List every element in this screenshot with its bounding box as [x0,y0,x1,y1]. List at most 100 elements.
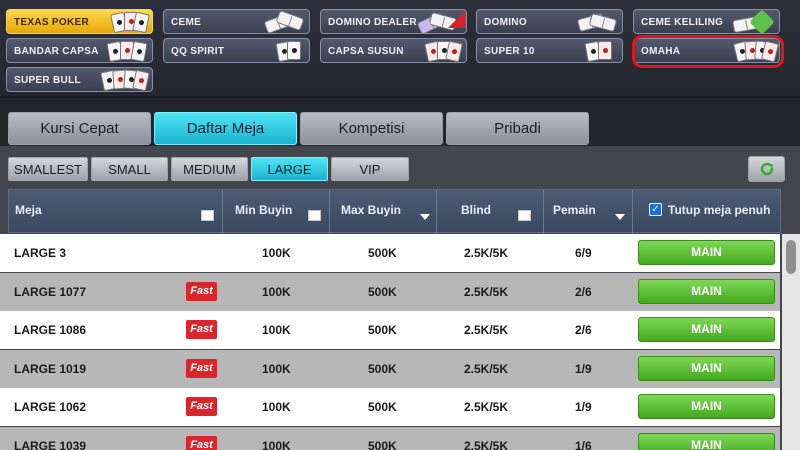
filter-label: SMALLEST [14,161,82,177]
fast-badge: Fast [186,436,217,450]
filter-tab-large[interactable]: LARGE [251,157,328,181]
column-pemain[interactable]: Pemain [544,190,633,234]
tab-label: Kompetisi [338,120,405,137]
min-buyin-cell: 100K [262,285,291,299]
playing-cards-icon [102,40,148,62]
min-buyin-cell: 100K [262,439,291,450]
column-blind[interactable]: Blind [437,190,544,234]
table-name-cell: LARGE 1039 [14,439,87,450]
filter-tab-medium[interactable]: MEDIUM [171,157,248,181]
refresh-icon [760,162,773,176]
main-button[interactable]: MAIN [638,317,775,342]
main-button[interactable]: MAIN [638,240,775,265]
main-button[interactable]: MAIN [638,356,775,381]
sort-icon[interactable] [420,214,430,220]
table-name-cell: LARGE 1062 [14,400,87,414]
tab-pribadi[interactable]: Pribadi [446,112,589,145]
main-button[interactable]: MAIN [638,433,775,450]
filter-label: VIP [359,161,381,177]
column-label: Min Buyin [235,203,293,217]
scrollbar-thumb[interactable] [786,240,796,274]
table-row-large-1062: LARGE 1062 Fast 100K 500K 2.5K/5K 1/9 MA… [0,388,780,426]
max-buyin-cell: 500K [368,246,397,260]
tab-label: Kursi Cepat [40,120,119,137]
game-label: CEME [171,17,202,28]
domino-tiles-icon [572,11,618,33]
game-button-super-10[interactable]: SUPER 10 [476,38,623,63]
filter-tab-vip[interactable]: VIP [331,157,409,181]
blind-cell: 2.5K/5K [464,400,509,414]
game-label: DOMINO DEALER [328,17,417,28]
table-row-large-1039: LARGE 1039 Fast 100K 500K 2.5K/5K 1/6 MA… [0,427,780,450]
game-label: CAPSA SUSUN [328,46,404,57]
game-button-ceme-keliling[interactable]: CEME KELILING [633,9,780,34]
blind-cell: 2.5K/5K [464,246,509,260]
column-label: Pemain [553,203,596,217]
game-button-ceme[interactable]: CEME [163,9,310,34]
players-cell: 6/9 [575,246,592,260]
fast-badge: Fast [186,320,217,339]
game-button-domino[interactable]: DOMINO [476,9,623,34]
game-button-texas-poker[interactable]: TEXAS POKER [6,9,153,34]
game-selector: TEXAS POKER CEME DOMINO DEALER DOMINO CE… [0,0,800,98]
tab-kompetisi[interactable]: Kompetisi [300,112,443,145]
game-button-capsa-susun[interactable]: CAPSA SUSUN [320,38,467,63]
refresh-button[interactable] [748,156,785,182]
game-button-omaha[interactable]: OMAHA [633,38,780,63]
playing-cards-icon [572,40,618,62]
max-buyin-cell: 500K [368,285,397,299]
sort-icon[interactable] [518,210,531,221]
playing-cards-icon [100,69,150,91]
checkbox-icon[interactable]: ✓ [649,203,662,216]
table-list-panel: SMALLEST SMALL MEDIUM LARGE VIP Meja Min… [0,146,800,450]
playing-cards-icon [729,40,779,62]
tab-label: Daftar Meja [186,120,265,137]
sort-icon[interactable] [615,214,625,220]
max-buyin-cell: 500K [368,439,397,450]
table-name-cell: LARGE 3 [14,246,67,260]
max-buyin-cell: 500K [368,323,397,337]
filter-label: MEDIUM [183,161,236,177]
min-buyin-cell: 100K [262,400,291,414]
min-buyin-cell: 100K [262,246,291,260]
main-button[interactable]: MAIN [638,279,775,304]
main-button[interactable]: MAIN [638,394,775,419]
tab-kursi-cepat[interactable]: Kursi Cepat [8,112,151,145]
game-button-qq-spirit[interactable]: QQ SPIRIT [163,38,310,63]
column-tutup-meja-penuh: ✓ Tutup meja penuh [633,190,782,234]
column-label: Meja [15,203,42,217]
fast-badge: Fast [186,359,217,378]
column-max-buyin[interactable]: Max Buyin [330,190,437,234]
column-label: Max Buyin [341,203,402,217]
playing-cards-icon [416,40,463,62]
table-row-large-1019: LARGE 1019 Fast 100K 500K 2.5K/5K 1/9 MA… [0,350,780,388]
blind-cell: 2.5K/5K [464,285,509,299]
game-button-super-bull[interactable]: SUPER BULL [6,67,153,92]
column-meja[interactable]: Meja [9,190,223,234]
blind-cell: 2.5K/5K [464,323,509,337]
game-button-domino-dealer[interactable]: DOMINO DEALER [320,9,467,34]
table-row-large-3: LARGE 3 100K 500K 2.5K/5K 6/9 MAIN [0,234,780,272]
fast-badge: Fast [186,282,217,301]
game-label: BANDAR CAPSA [14,46,99,57]
players-cell: 2/6 [575,323,592,337]
game-label: SUPER BULL [14,75,81,86]
players-cell: 1/9 [575,400,592,414]
column-min-buyin[interactable]: Min Buyin [223,190,330,234]
players-cell: 1/9 [575,362,592,376]
blind-cell: 2.5K/5K [464,362,509,376]
table-scrollbar[interactable] [782,234,800,450]
game-label: DOMINO [484,17,527,28]
table-name-cell: LARGE 1086 [14,323,87,337]
max-buyin-cell: 500K [368,362,397,376]
filter-tab-small[interactable]: SMALL [91,157,168,181]
game-button-bandar-capsa[interactable]: BANDAR CAPSA [6,38,153,63]
blind-cell: 2.5K/5K [464,439,509,450]
filter-tab-smallest[interactable]: SMALLEST [8,157,88,181]
sort-icon[interactable] [308,210,321,221]
tab-daftar-meja[interactable]: Daftar Meja [154,112,297,145]
playing-cards-icon [102,11,150,33]
table-row-large-1077: LARGE 1077 Fast 100K 500K 2.5K/5K 2/6 MA… [0,273,780,311]
column-label: Tutup meja penuh [668,203,771,217]
sort-icon[interactable] [201,210,214,221]
